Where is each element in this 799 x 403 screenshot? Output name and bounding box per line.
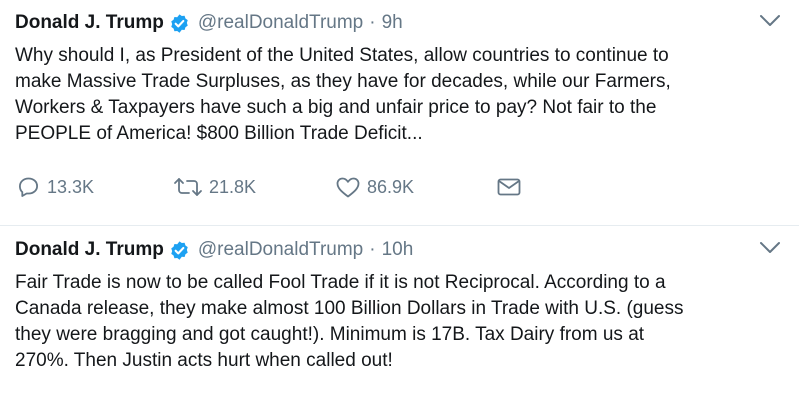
tweet-text: Fair Trade is now to be called Fool Trad… bbox=[15, 272, 684, 371]
reply-count: 13.3K bbox=[47, 176, 95, 197]
timestamp[interactable]: 9h bbox=[382, 12, 403, 34]
separator-dot: · bbox=[369, 239, 376, 260]
author-name[interactable]: Donald J. Trump bbox=[15, 239, 164, 261]
verified-badge-icon bbox=[171, 240, 188, 260]
tweet-header: Donald J. Trump @realDonaldTrump · 9h bbox=[15, 12, 403, 34]
tweet-actions: 13.3K 21.8K 86.9K bbox=[15, 173, 575, 201]
direct-message-icon bbox=[497, 178, 521, 196]
timestamp[interactable]: 10h bbox=[382, 239, 414, 261]
author-handle[interactable]: @realDonaldTrump bbox=[198, 239, 363, 261]
chevron-down-icon[interactable] bbox=[759, 241, 781, 255]
tweet-text: Why should I, as President of the United… bbox=[15, 45, 671, 144]
reply-icon bbox=[19, 177, 38, 197]
tweet-header: Donald J. Trump @realDonaldTrump · 10h bbox=[15, 239, 413, 261]
retweet-count: 21.8K bbox=[209, 176, 257, 197]
like-icon bbox=[336, 177, 360, 198]
author-name[interactable]: Donald J. Trump bbox=[15, 12, 164, 34]
chevron-down-icon[interactable] bbox=[759, 14, 781, 28]
author-handle[interactable]: @realDonaldTrump bbox=[198, 12, 363, 34]
tweet[interactable]: Donald J. Trump @realDonaldTrump · 10h F… bbox=[0, 227, 799, 403]
reply-button[interactable]: 13.3K bbox=[17, 173, 94, 201]
verified-badge-icon bbox=[171, 13, 188, 33]
like-button[interactable]: 86.9K bbox=[335, 173, 414, 201]
retweet-icon bbox=[174, 178, 202, 196]
like-count: 86.9K bbox=[367, 176, 415, 197]
separator-dot: · bbox=[369, 12, 376, 33]
tweet[interactable]: Donald J. Trump @realDonaldTrump · 9h Wh… bbox=[0, 0, 799, 226]
direct-message-button[interactable] bbox=[496, 173, 522, 201]
retweet-button[interactable]: 21.8K bbox=[173, 173, 256, 201]
